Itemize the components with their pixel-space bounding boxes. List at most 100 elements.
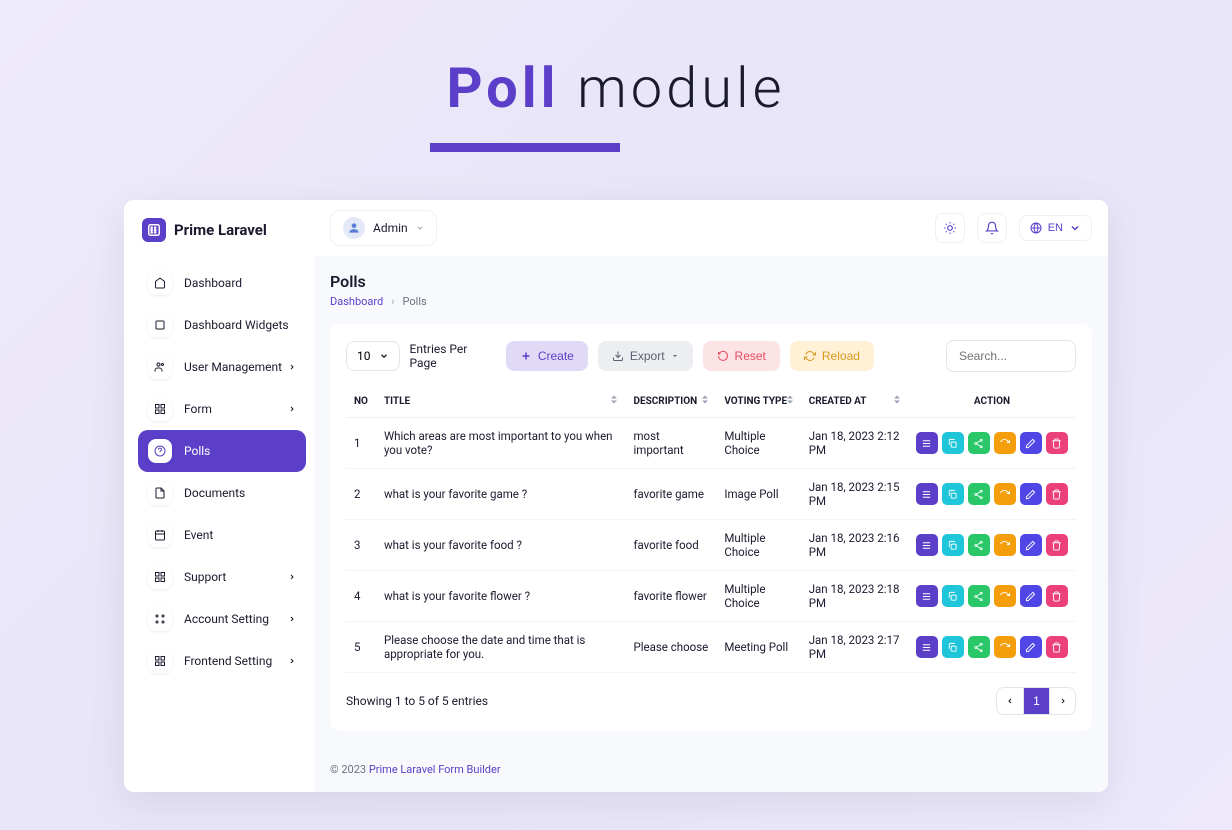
reload-button[interactable] — [994, 432, 1016, 454]
edit-button[interactable] — [1020, 483, 1042, 505]
copy-button[interactable] — [942, 432, 964, 454]
page-prev-button[interactable] — [997, 688, 1023, 714]
reload-button[interactable] — [994, 636, 1016, 658]
sidebar-item-dashboard-widgets[interactable]: Dashboard Widgets — [138, 304, 306, 346]
export-button[interactable]: Export — [598, 341, 693, 371]
edit-button[interactable] — [1020, 585, 1042, 607]
edit-icon — [1025, 591, 1036, 602]
reset-button[interactable]: Reset — [703, 341, 780, 371]
refresh-icon — [804, 350, 816, 362]
entries-value: 10 — [357, 349, 371, 363]
list-button[interactable] — [916, 636, 938, 658]
create-button[interactable]: Create — [506, 341, 588, 371]
sidebar-item-dashboard[interactable]: Dashboard — [138, 262, 306, 304]
sidebar-item-label: User Management — [184, 360, 282, 374]
language-button[interactable]: EN — [1019, 215, 1092, 241]
search-input[interactable] — [946, 340, 1076, 372]
sidebar-item-event[interactable]: Event — [138, 514, 306, 556]
table-row: 5 Please choose the date and time that i… — [346, 622, 1076, 673]
share-button[interactable] — [968, 636, 990, 658]
main: Admin EN Polls Dashboard › Polls — [314, 200, 1108, 792]
list-button[interactable] — [916, 432, 938, 454]
table-footer: Showing 1 to 5 of 5 entries 1 — [346, 687, 1076, 715]
trash-button[interactable] — [1046, 534, 1068, 556]
edit-button[interactable] — [1020, 636, 1042, 658]
reload-button[interactable] — [994, 534, 1016, 556]
th-title[interactable]: TITLE — [376, 386, 626, 418]
breadcrumb-current: Polls — [403, 295, 427, 308]
entries-label: Entries Per Page — [410, 342, 486, 370]
list-button[interactable] — [916, 483, 938, 505]
user-menu[interactable]: Admin — [330, 210, 437, 246]
sidebar-item-support[interactable]: Support — [138, 556, 306, 598]
edit-button[interactable] — [1020, 432, 1042, 454]
share-button[interactable] — [968, 432, 990, 454]
file-icon — [148, 481, 172, 505]
logo[interactable]: Prime Laravel — [138, 214, 306, 254]
sidebar-item-user-management[interactable]: User Management — [138, 346, 306, 388]
share-icon — [973, 540, 984, 551]
sidebar-item-documents[interactable]: Documents — [138, 472, 306, 514]
caret-down-icon — [671, 352, 679, 360]
list-icon — [921, 438, 932, 449]
logo-text: Prime Laravel — [174, 221, 267, 239]
cell-created-at: Jan 18, 2023 2:17 PM — [801, 622, 908, 673]
th-no[interactable]: NO — [346, 386, 376, 418]
breadcrumb-link[interactable]: Dashboard — [330, 295, 383, 308]
chevron-right-icon — [288, 654, 296, 668]
trash-button[interactable] — [1046, 432, 1068, 454]
cell-description: most important — [625, 418, 716, 469]
share-button[interactable] — [968, 483, 990, 505]
copy-button[interactable] — [942, 483, 964, 505]
chevron-down-icon — [379, 351, 389, 361]
polls-table: NO TITLE DESCRIPTION VOTING TYPE CREATED… — [346, 386, 1076, 673]
footer-link[interactable]: Prime Laravel Form Builder — [369, 763, 501, 776]
table-row: 3 what is your favorite food ? favorite … — [346, 520, 1076, 571]
share-icon — [973, 591, 984, 602]
reload-button[interactable]: Reload — [790, 341, 874, 371]
reload-button[interactable] — [994, 585, 1016, 607]
breadcrumb: Dashboard › Polls — [330, 295, 1092, 308]
share-button[interactable] — [968, 534, 990, 556]
edit-button[interactable] — [1020, 534, 1042, 556]
list-icon — [921, 591, 932, 602]
bell-icon — [985, 221, 999, 235]
th-description[interactable]: DESCRIPTION — [625, 386, 716, 418]
reset-label: Reset — [735, 349, 766, 363]
table-wrap: NO TITLE DESCRIPTION VOTING TYPE CREATED… — [346, 386, 1076, 673]
th-created-at[interactable]: CREATED AT — [801, 386, 908, 418]
page-1-button[interactable]: 1 — [1023, 688, 1049, 714]
list-button[interactable] — [916, 534, 938, 556]
th-voting-type[interactable]: VOTING TYPE — [716, 386, 800, 418]
copyright-text: © 2023 — [330, 763, 369, 776]
chevron-down-icon — [1069, 222, 1081, 234]
copy-button[interactable] — [942, 636, 964, 658]
trash-icon — [1051, 642, 1062, 653]
page-next-button[interactable] — [1049, 688, 1075, 714]
theme-toggle-button[interactable] — [935, 213, 965, 243]
reload-icon — [999, 642, 1010, 653]
chevron-right-icon — [1059, 697, 1067, 705]
sidebar-item-polls[interactable]: Polls — [138, 430, 306, 472]
trash-button[interactable] — [1046, 483, 1068, 505]
share-button[interactable] — [968, 585, 990, 607]
copy-button[interactable] — [942, 585, 964, 607]
entries-per-page-select[interactable]: 10 — [346, 341, 400, 371]
cell-created-at: Jan 18, 2023 2:18 PM — [801, 571, 908, 622]
cell-created-at: Jan 18, 2023 2:15 PM — [801, 469, 908, 520]
cell-voting-type: Multiple Choice — [716, 418, 800, 469]
copy-button[interactable] — [942, 534, 964, 556]
trash-button[interactable] — [1046, 636, 1068, 658]
card: 10 Entries Per Page Create Export — [330, 324, 1092, 731]
list-button[interactable] — [916, 585, 938, 607]
sidebar-item-frontend-setting[interactable]: Frontend Setting — [138, 640, 306, 682]
sidebar-item-account-setting[interactable]: Account Setting — [138, 598, 306, 640]
reload-icon — [999, 489, 1010, 500]
showing-text: Showing 1 to 5 of 5 entries — [346, 694, 488, 708]
notifications-button[interactable] — [977, 213, 1007, 243]
trash-button[interactable] — [1046, 585, 1068, 607]
reload-button[interactable] — [994, 483, 1016, 505]
cell-created-at: Jan 18, 2023 2:16 PM — [801, 520, 908, 571]
sidebar-item-form[interactable]: Form — [138, 388, 306, 430]
cell-actions — [908, 571, 1076, 622]
